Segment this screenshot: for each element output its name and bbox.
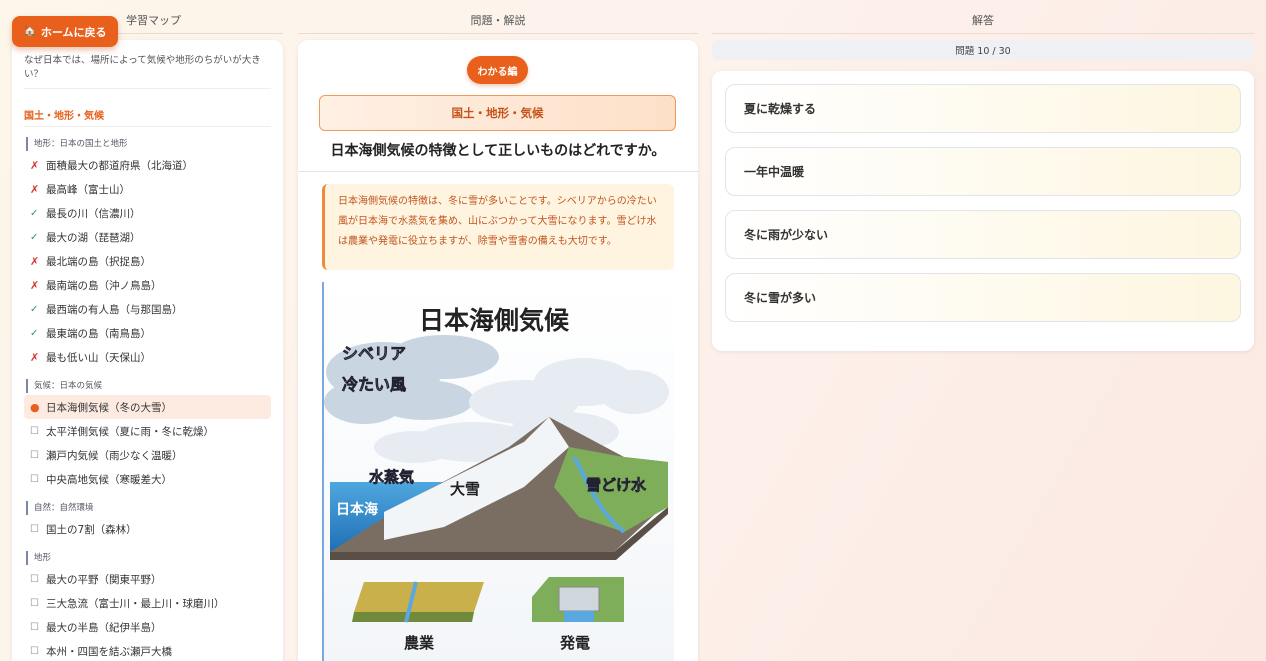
sidebar-item-label: 最も低い山（天保山） — [46, 351, 151, 364]
sidebar-item[interactable]: ✓ 最大の湖（琵琶湖） — [24, 225, 271, 249]
answer-option-3[interactable]: 冬に雨が少ない — [725, 210, 1241, 259]
status-todo-icon: ☐ — [30, 621, 39, 633]
topic-box: 国土・地形・気候 — [319, 95, 676, 131]
status-todo-icon: ☐ — [30, 645, 39, 657]
status-wrong-icon: ✗ — [30, 158, 40, 172]
field-icon — [354, 582, 484, 612]
sidebar-item[interactable]: ☐ 最大の半島（紀伊半島） — [24, 615, 271, 639]
sidebar-item-label: 最大の湖（琵琶湖） — [46, 231, 141, 244]
sidebar-item-label: 最長の川（信濃川） — [46, 207, 141, 220]
sidebar-item-label: 本州・四国を結ぶ瀬戸大橋 — [46, 645, 172, 658]
sidebar-item-label: 最西端の有人島（与那国島） — [46, 303, 183, 316]
status-todo-icon: ☐ — [30, 473, 39, 485]
answer-panel: 夏に乾燥する 一年中温暖 冬に雨が少ない 冬に雪が多い — [712, 71, 1254, 351]
sidebar-item[interactable]: ☐ 瀬戸内気候（雨少なく温暖） — [24, 443, 271, 467]
climate-illustration: 日本海側気候 シベリア 冷たい風 水蒸気 大雪 雪どけ水 日本海 農業 発電 — [322, 282, 674, 661]
group-label: 気候：日本の気候 — [26, 379, 271, 393]
answer-column-header: 解答 — [712, 12, 1254, 34]
sidebar-item[interactable]: ✓ 最東端の島（南鳥島） — [24, 321, 271, 345]
level-badge: わかる編 — [467, 56, 528, 84]
sidebar-item[interactable]: ✗ 最高峰（富士山） — [24, 177, 271, 201]
status-correct-icon: ✓ — [30, 207, 39, 219]
learning-map-sidebar: なぜ日本では、場所によって気候や地形のちがいが大きい？ 国土・地形・気候 地形：… — [12, 40, 283, 661]
sidebar-item-label: 国土の7割（森林） — [46, 523, 137, 536]
map-question: なぜ日本では、場所によって気候や地形のちがいが大きい？ — [24, 52, 271, 89]
illus-title: 日本海側気候 — [419, 306, 570, 335]
sidebar-item[interactable]: ☐ 中央高地気候（寒暖差大） — [24, 467, 271, 491]
status-todo-icon: ☐ — [30, 573, 39, 585]
label-heavy-snow: 大雪 — [450, 480, 480, 498]
sidebar-item[interactable]: ● 日本海側気候（冬の大雪） — [24, 395, 271, 419]
sidebar-item[interactable]: ✓ 最西端の有人島（与那国島） — [24, 297, 271, 321]
explanation-box: 日本海側気候の特徴は、冬に雪が多いことです。シベリアからの冷たい風が日本海で水蒸… — [322, 184, 674, 270]
sidebar-item-label: 三大急流（富士川・最上川・球磨川） — [46, 597, 225, 610]
label-sea: 日本海 — [336, 501, 378, 518]
sidebar-item-label: 最東端の島（南鳥島） — [46, 327, 151, 340]
section-title: 国土・地形・気候 — [24, 107, 271, 127]
status-todo-icon: ☐ — [30, 425, 39, 437]
sidebar-item[interactable]: ☐ 三大急流（富士川・最上川・球磨川） — [24, 591, 271, 615]
answer-option-1[interactable]: 夏に乾燥する — [725, 84, 1241, 133]
status-correct-icon: ✓ — [30, 303, 39, 315]
status-correct-icon: ✓ — [30, 231, 39, 243]
sidebar-list: 地形：日本の国土と地形 ✗ 面積最大の都道府県（北海道） ✗ 最高峰（富士山） ✓ 最長の川… — [12, 137, 283, 661]
sidebar-item-label: 太平洋側気候（夏に雨・冬に乾燥） — [46, 425, 214, 438]
label-agriculture: 農業 — [404, 634, 435, 652]
label-cold-wind: 冷たい風 — [342, 375, 406, 394]
home-button-label: ホームに戻る — [40, 25, 107, 39]
status-todo-icon: ☐ — [30, 597, 39, 609]
status-todo-icon: ☐ — [30, 449, 39, 461]
sidebar-item-label: 日本海側気候（冬の大雪） — [46, 401, 172, 414]
status-todo-icon: ☐ — [30, 523, 39, 535]
illustration-svg: 日本海側気候 シベリア 冷たい風 水蒸気 大雪 雪どけ水 日本海 農業 発電 — [324, 282, 674, 661]
label-siberia: シベリア — [342, 344, 406, 363]
status-wrong-icon: ✗ — [30, 254, 40, 268]
sidebar-item[interactable]: ✓ 最長の川（信濃川） — [24, 201, 271, 225]
label-vapor: 水蒸気 — [369, 468, 414, 486]
status-current-icon: ● — [30, 400, 40, 414]
sidebar-item[interactable]: ☐ 最大の平野（関東平野） — [24, 567, 271, 591]
answer-option-2[interactable]: 一年中温暖 — [725, 147, 1241, 196]
question-column-header: 問題・解説 — [298, 12, 698, 34]
sidebar-item-label: 中央高地気候（寒暖差大） — [46, 473, 172, 486]
sidebar-item[interactable]: ☐ 本州・四国を結ぶ瀬戸大橋 — [24, 639, 271, 661]
status-wrong-icon: ✗ — [30, 278, 40, 292]
answer-option-4[interactable]: 冬に雪が多い — [725, 273, 1241, 322]
status-wrong-icon: ✗ — [30, 182, 40, 196]
group-label: 自然：自然環境 — [26, 501, 271, 515]
sidebar-item[interactable]: ✗ 最北端の島（択捉島） — [24, 249, 271, 273]
home-button[interactable]: 🏠 ホームに戻る — [12, 16, 118, 47]
question-text: 日本海側気候の特徴として正しいものはどれですか。 — [330, 143, 666, 159]
sidebar-item[interactable]: ☐ 太平洋側気候（夏に雨・冬に乾燥） — [24, 419, 271, 443]
sidebar-item-label: 最高峰（富士山） — [46, 183, 130, 196]
sidebar-item[interactable]: ✗ 最も低い山（天保山） — [24, 345, 271, 369]
sidebar-item-label: 面積最大の都道府県（北海道） — [46, 159, 193, 172]
home-icon: 🏠 — [23, 26, 36, 37]
sidebar-item-label: 最南端の島（沖ノ鳥島） — [46, 279, 162, 292]
sidebar-item[interactable]: ☐ 国土の7割（森林） — [24, 517, 271, 541]
sidebar-item[interactable]: ✗ 面積最大の都道府県（北海道） — [24, 153, 271, 177]
sidebar-item-label: 瀬戸内気候（雨少なく温暖） — [46, 449, 183, 462]
sidebar-item-label: 最大の半島（紀伊半島） — [46, 621, 162, 634]
status-correct-icon: ✓ — [30, 327, 39, 339]
question-panel: わかる編 国土・地形・気候 日本海側気候の特徴として正しいものはどれですか。 日… — [298, 40, 698, 661]
sidebar-item-label: 最北端の島（択捉島） — [46, 255, 151, 268]
label-power: 発電 — [559, 634, 590, 652]
divider — [298, 171, 698, 172]
progress-indicator: 問題 10 / 30 — [712, 40, 1254, 60]
group-label: 地形：日本の国土と地形 — [26, 137, 271, 151]
sidebar-item-label: 最大の平野（関東平野） — [46, 573, 162, 586]
group-label: 地形 — [26, 551, 271, 565]
status-wrong-icon: ✗ — [30, 350, 40, 364]
sidebar-item[interactable]: ✗ 最南端の島（沖ノ鳥島） — [24, 273, 271, 297]
label-meltwater: 雪どけ水 — [586, 476, 647, 494]
